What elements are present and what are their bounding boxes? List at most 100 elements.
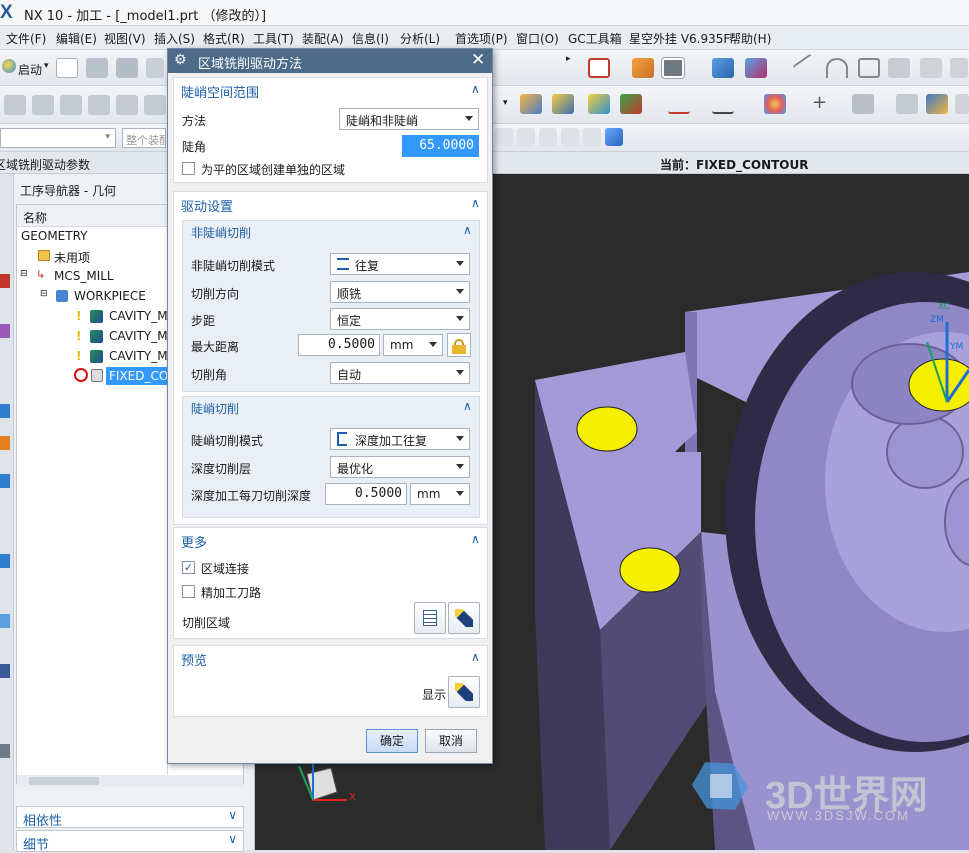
chevron-up-icon[interactable]: ∧ bbox=[471, 650, 480, 664]
dialog-title-bar[interactable]: ⚙ 区域铣削驱动方法 ✕ bbox=[168, 49, 492, 73]
close-icon[interactable]: ✕ bbox=[471, 50, 485, 70]
new-file-icon[interactable] bbox=[56, 58, 78, 78]
line-icon[interactable] bbox=[792, 53, 822, 83]
menu-window[interactable]: 窗口(O) bbox=[516, 30, 559, 47]
menu-preferences[interactable]: 首选项(P) bbox=[455, 30, 508, 47]
horizontal-scrollbar[interactable] bbox=[17, 775, 243, 787]
background-icon[interactable] bbox=[661, 57, 685, 79]
depth-per-cut-input[interactable]: 0.5000 bbox=[325, 483, 407, 505]
snap-face-icon[interactable] bbox=[605, 128, 623, 146]
menu-analysis[interactable]: 分析(L) bbox=[400, 30, 440, 47]
finish-pass-checkbox[interactable] bbox=[182, 585, 195, 598]
create-tool-icon[interactable] bbox=[32, 95, 54, 115]
resource-tab-icon[interactable] bbox=[0, 664, 10, 678]
save-icon[interactable] bbox=[116, 58, 138, 78]
cylinder-icon[interactable] bbox=[950, 58, 968, 78]
resource-tab-icon[interactable] bbox=[0, 324, 10, 338]
menu-edit[interactable]: 编辑(E) bbox=[56, 30, 97, 47]
stepover-select[interactable]: 恒定 bbox=[330, 308, 470, 330]
snap-end-icon[interactable] bbox=[517, 128, 535, 146]
snap-point-icon[interactable] bbox=[495, 128, 513, 146]
chevron-down-icon[interactable]: ∨ bbox=[228, 808, 237, 822]
point-icon[interactable]: + bbox=[812, 92, 827, 113]
method-select[interactable]: 陡峭和非陡峭 bbox=[339, 108, 479, 130]
postprocess-icon[interactable] bbox=[620, 94, 642, 114]
chevron-down-icon[interactable]: ∨ bbox=[228, 832, 237, 846]
datum-plane-icon[interactable] bbox=[852, 94, 874, 114]
resource-tab-icon[interactable] bbox=[0, 554, 10, 568]
distance-icon[interactable] bbox=[712, 94, 734, 114]
highlight-face[interactable] bbox=[576, 406, 638, 452]
chevron-up-icon[interactable]: ∧ bbox=[471, 82, 480, 96]
verify-toolpath-icon[interactable] bbox=[588, 94, 610, 114]
toolbar-overflow-icon[interactable]: ▸ bbox=[566, 54, 571, 64]
menu-format[interactable]: 格式(R) bbox=[203, 30, 245, 47]
snap-mid-icon[interactable] bbox=[539, 128, 557, 146]
panel-details[interactable]: 细节 ∨ bbox=[16, 830, 244, 853]
resource-tab-icon[interactable] bbox=[0, 404, 10, 418]
snap-center-icon[interactable] bbox=[561, 128, 579, 146]
chevron-up-icon[interactable]: ∧ bbox=[463, 399, 472, 413]
start-menu-button[interactable]: 启动 bbox=[18, 61, 42, 78]
max-distance-unit-select[interactable]: mm bbox=[383, 334, 443, 356]
section-view-icon[interactable] bbox=[745, 58, 767, 78]
measure-icon[interactable] bbox=[668, 94, 690, 114]
panel-dependencies[interactable]: 相依性 ∨ bbox=[16, 806, 244, 829]
menu-insert[interactable]: 插入(S) bbox=[154, 30, 195, 47]
type-filter-select[interactable]: ▾ bbox=[0, 128, 116, 148]
steep-angle-input[interactable]: 65.0000 bbox=[402, 135, 479, 157]
cut-region-display-button[interactable] bbox=[448, 602, 480, 634]
resource-tab-icon[interactable] bbox=[0, 474, 10, 488]
flat-region-checkbox[interactable] bbox=[182, 162, 195, 175]
menu-plugin[interactable]: 星空外挂 V6.935F bbox=[629, 30, 730, 47]
resource-tab-icon[interactable] bbox=[0, 436, 10, 450]
edit-object-icon[interactable] bbox=[896, 94, 918, 114]
menu-assembly[interactable]: 装配(A) bbox=[302, 30, 344, 47]
resource-tab-icon[interactable] bbox=[0, 744, 10, 758]
open-file-icon[interactable] bbox=[86, 58, 108, 78]
cut-angle-select[interactable]: 自动 bbox=[330, 362, 470, 384]
create-geometry-icon[interactable] bbox=[60, 95, 82, 115]
highlight-face[interactable] bbox=[619, 547, 681, 593]
cut-direction-select[interactable]: 顺铣 bbox=[330, 281, 470, 303]
menu-tools[interactable]: 工具(T) bbox=[253, 30, 294, 47]
region-connect-checkbox[interactable]: ✓ bbox=[182, 561, 195, 574]
max-distance-input[interactable]: 0.5000 bbox=[298, 334, 380, 356]
chevron-up-icon[interactable]: ∧ bbox=[471, 532, 480, 546]
show-preview-button[interactable] bbox=[448, 676, 480, 708]
rectangle-icon[interactable] bbox=[858, 58, 880, 78]
steep-mode-select[interactable]: 深度加工往复 bbox=[330, 428, 470, 450]
resource-tab-icon[interactable] bbox=[0, 274, 10, 288]
extrude-icon[interactable] bbox=[888, 58, 910, 78]
create-method-icon[interactable] bbox=[88, 95, 110, 115]
cut-region-list-button[interactable] bbox=[414, 602, 446, 634]
depth-levels-select[interactable]: 最优化 bbox=[330, 456, 470, 478]
depth-unit-select[interactable]: mm bbox=[410, 483, 470, 505]
collapse-icon[interactable]: ⊟ bbox=[40, 289, 48, 299]
machine-tool-view-icon[interactable] bbox=[144, 95, 166, 115]
generate-toolpath-icon[interactable] bbox=[520, 94, 542, 114]
menu-help[interactable]: 帮助(H) bbox=[729, 30, 771, 47]
cancel-button[interactable]: 取消 bbox=[425, 729, 477, 753]
chevron-up-icon[interactable]: ∧ bbox=[471, 196, 480, 210]
snap-quadrant-icon[interactable] bbox=[583, 128, 601, 146]
layer-icon[interactable] bbox=[926, 94, 948, 114]
chevron-down-icon[interactable]: ▾ bbox=[503, 98, 508, 108]
block-icon[interactable] bbox=[920, 58, 942, 78]
resource-tab-icon[interactable] bbox=[0, 614, 10, 628]
view-orient-icon[interactable] bbox=[712, 58, 734, 78]
chevron-down-icon[interactable]: ▾ bbox=[44, 61, 49, 71]
menu-info[interactable]: 信息(I) bbox=[352, 30, 389, 47]
render-style-icon[interactable] bbox=[632, 58, 654, 78]
color-palette-icon[interactable] bbox=[764, 94, 786, 114]
menu-file[interactable]: 文件(F) bbox=[6, 30, 46, 47]
arc-icon[interactable] bbox=[826, 58, 848, 78]
ok-button[interactable]: 确定 bbox=[366, 729, 418, 753]
replay-toolpath-icon[interactable] bbox=[552, 94, 574, 114]
program-order-icon[interactable] bbox=[116, 95, 138, 115]
menu-view[interactable]: 视图(V) bbox=[104, 30, 146, 47]
menu-gc-toolkit[interactable]: GC工具箱 bbox=[568, 30, 622, 47]
collapse-icon[interactable]: ⊟ bbox=[20, 269, 28, 279]
print-icon[interactable] bbox=[146, 58, 164, 78]
fit-view-icon[interactable] bbox=[588, 58, 610, 78]
